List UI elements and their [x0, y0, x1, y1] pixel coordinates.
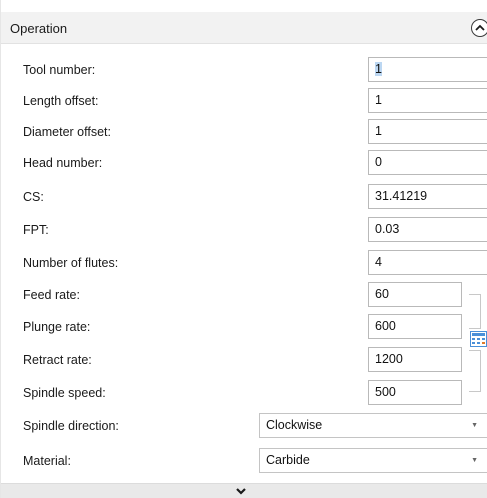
retract-rate-input[interactable]: 1200	[368, 347, 462, 372]
diameter-offset-input[interactable]: 1	[368, 119, 487, 144]
spindle-speed-input[interactable]: 500	[368, 380, 462, 405]
tool-number-value: 1	[375, 62, 382, 76]
length-offset-input[interactable]: 1	[368, 88, 487, 113]
expand-footer[interactable]	[1, 483, 487, 498]
spindle-direction-label: Spindle direction:	[23, 419, 119, 433]
panel-header[interactable]: Operation	[1, 12, 487, 44]
feed-rate-label: Feed rate:	[23, 288, 80, 302]
operation-panel: Operation Tool number: 1 Length offset: …	[0, 0, 487, 498]
cs-input[interactable]: 31.41219	[368, 184, 487, 209]
spindle-direction-select[interactable]: Clockwise ▼	[259, 413, 487, 438]
retract-rate-label: Retract rate:	[23, 353, 92, 367]
material-select[interactable]: Carbide ▼	[259, 448, 487, 473]
number-of-flutes-label: Number of flutes:	[23, 256, 119, 270]
number-of-flutes-input[interactable]: 4	[368, 250, 487, 275]
calculator-icon[interactable]	[470, 331, 487, 347]
panel-border	[0, 0, 1, 498]
collapse-button[interactable]	[471, 19, 487, 37]
diameter-offset-label: Diameter offset:	[23, 125, 112, 139]
feed-rate-input[interactable]: 60	[368, 282, 462, 307]
spindle-speed-label: Spindle speed:	[23, 386, 106, 400]
material-label: Material:	[23, 454, 71, 468]
tool-number-label: Tool number:	[23, 63, 96, 77]
rate-group-bracket-top	[469, 294, 481, 329]
material-value: Carbide	[266, 453, 310, 467]
head-number-input[interactable]: 0	[368, 150, 487, 175]
chevron-down-icon	[236, 488, 246, 495]
cs-label: CS:	[23, 190, 44, 204]
plunge-rate-label: Plunge rate:	[23, 320, 91, 334]
fpt-label: FPT:	[23, 223, 49, 237]
plunge-rate-input[interactable]: 600	[368, 314, 462, 339]
tool-number-input[interactable]: 1	[368, 57, 487, 82]
chevron-up-icon	[475, 24, 485, 31]
dropdown-arrow-icon: ▼	[471, 457, 478, 464]
rate-group-bracket-bottom	[469, 350, 481, 392]
dropdown-arrow-icon: ▼	[471, 422, 478, 429]
head-number-label: Head number:	[23, 156, 103, 170]
spindle-direction-value: Clockwise	[266, 418, 323, 432]
panel-title: Operation	[10, 21, 68, 36]
length-offset-label: Length offset:	[23, 94, 99, 108]
fpt-input[interactable]: 0.03	[368, 217, 487, 242]
